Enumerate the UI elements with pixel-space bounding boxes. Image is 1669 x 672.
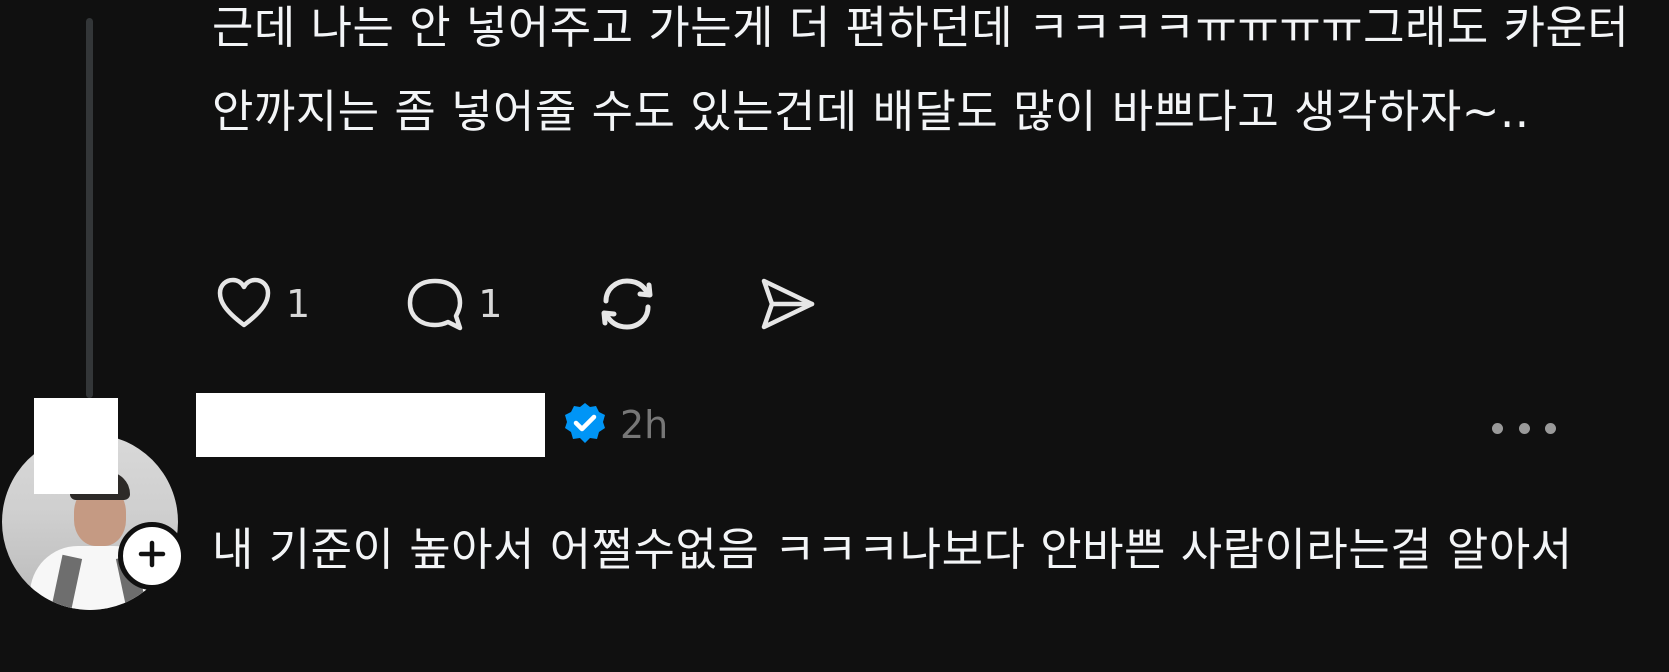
- reply-count: 1: [478, 282, 503, 326]
- more-options-icon-dot: [1518, 422, 1530, 434]
- share-button[interactable]: [754, 271, 820, 337]
- like-count: 1: [286, 282, 311, 326]
- second-post-text: 내 기준이 높아서 어쩔수없음 ㅋㅋㅋ나보다 안바쁜 사람이라는걸 알아서: [212, 523, 1573, 576]
- first-post-text: 근데 나는 안 넣어주고 가는게 더 편하던데 ㅋㅋㅋㅋㅠㅠㅠㅠ그래도 카운터 …: [212, 1, 1630, 138]
- more-options-icon-dot: [1545, 422, 1556, 434]
- username-redaction: [196, 393, 545, 457]
- like-button[interactable]: 1: [212, 272, 310, 336]
- repost-icon: [594, 271, 660, 337]
- more-options-icon-dot: [1492, 422, 1503, 434]
- comment-icon: [402, 272, 468, 336]
- plus-icon: [134, 536, 170, 576]
- heart-icon: [212, 272, 276, 336]
- thread-line: [86, 18, 93, 398]
- reply-button[interactable]: 1: [402, 272, 502, 336]
- avatar-redaction: [34, 398, 118, 494]
- send-icon: [754, 271, 820, 337]
- verified-badge-icon: [562, 400, 608, 446]
- more-options-button[interactable]: [1492, 418, 1556, 438]
- post-timestamp: 2h: [620, 403, 669, 447]
- repost-button[interactable]: [594, 271, 660, 337]
- follow-button[interactable]: [118, 522, 186, 590]
- post-actions: 1 1: [212, 272, 820, 336]
